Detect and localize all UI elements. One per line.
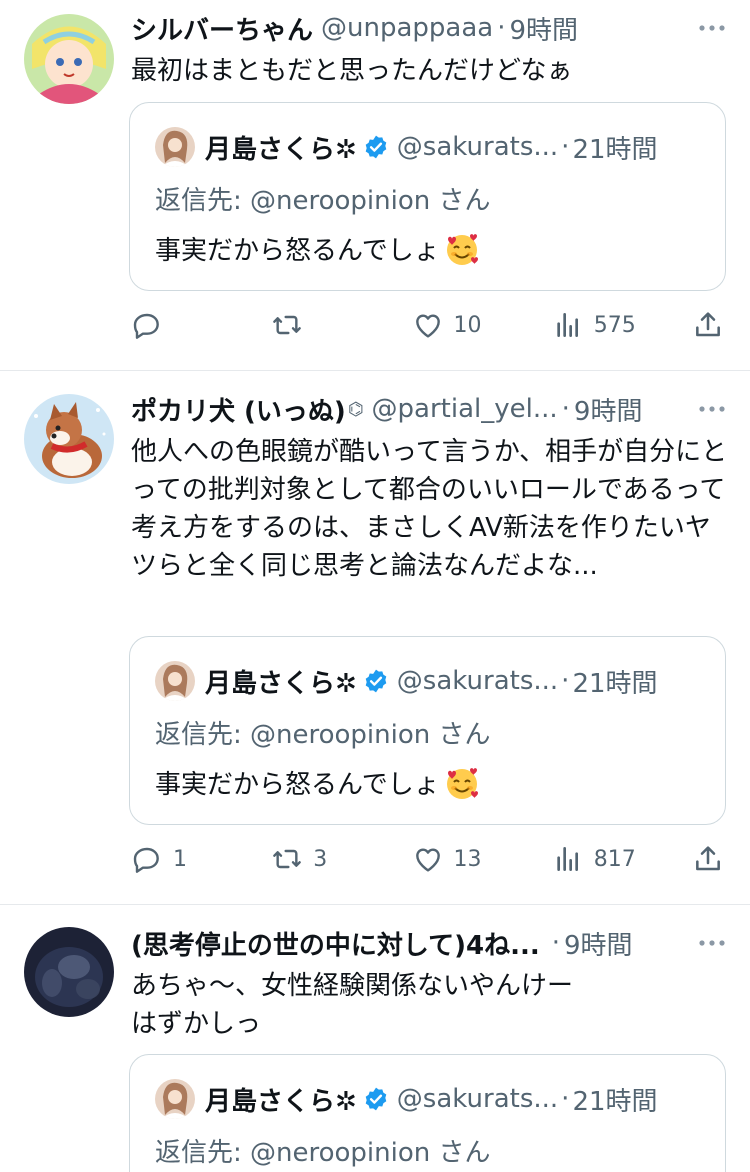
share-icon xyxy=(696,846,720,871)
quote-display-name: 月島さくら✲ xyxy=(205,1086,357,1117)
view-count: 817 xyxy=(593,846,636,872)
separator-dot: · xyxy=(561,394,570,424)
tweet-header: ポカリ犬 (いっぬ) ⌬ @partial_yel... · 9時間 xyxy=(131,389,728,429)
quote-handle: @sakurats... xyxy=(396,666,559,696)
tweet-text: あちゃ〜、女性経験関係ないやんけー はずかしっ xyxy=(131,971,574,1039)
display-name[interactable]: (思考停止の世の中に対して)4ね... xyxy=(131,925,540,962)
retweet-icon xyxy=(273,849,302,869)
tweet[interactable]: (思考停止の世の中に対して)4ね... · 9時間 あちゃ〜、女性経験関係ないや… xyxy=(0,905,750,1172)
quote-avatar xyxy=(155,1079,195,1119)
like-button[interactable]: 13 xyxy=(412,843,552,875)
timestamp[interactable]: 9時間 xyxy=(509,10,578,47)
avatar[interactable] xyxy=(24,14,114,104)
tweet-content: ポカリ犬 (いっぬ) ⌬ @partial_yel... · 9時間 他人への色… xyxy=(131,389,728,585)
quote-header: 月島さくら✲ @sakurats... · 21時間 xyxy=(155,125,705,169)
tweet-text: 最初はまともだと思ったんだけどなぁ xyxy=(131,56,573,86)
separator-dot: · xyxy=(551,928,560,958)
retweet-icon xyxy=(273,315,302,335)
user-handle[interactable]: @partial_yel... xyxy=(372,394,558,424)
quote-text: 事実だから怒るんでしょ xyxy=(155,236,440,266)
tweet-content: シルバーちゃん @unpappaaa · 9時間 最初はまともだと思ったんだけど… xyxy=(131,8,728,90)
like-count: 10 xyxy=(453,312,482,338)
tweet-header: シルバーちゃん @unpappaaa · 9時間 xyxy=(131,8,728,48)
quote-handle: @sakurats... xyxy=(396,1084,559,1114)
retweet-button[interactable]: 3 xyxy=(271,843,411,875)
views-icon xyxy=(557,313,578,337)
view-count: 575 xyxy=(593,312,636,338)
reply-to-label: 返信先: @neroopinion さん xyxy=(155,186,491,216)
tweet-actions: 1 3 13 817 xyxy=(131,839,724,879)
timestamp[interactable]: 9時間 xyxy=(574,391,643,428)
avatar[interactable] xyxy=(24,394,114,484)
display-name[interactable]: ポカリ犬 (いっぬ) xyxy=(131,391,346,428)
reply-icon xyxy=(133,313,159,339)
share-button[interactable] xyxy=(692,843,724,875)
reply-button[interactable] xyxy=(131,309,271,341)
quote-timestamp: 21時間 xyxy=(572,1086,658,1117)
quote-header: 月島さくら✲ @sakurats... · 21時間 xyxy=(155,659,705,703)
timestamp[interactable]: 9時間 xyxy=(564,925,633,962)
reply-to-label: 返信先: @neroopinion さん xyxy=(155,1138,491,1168)
quote-text-row: 事実だから怒るんでしょ xyxy=(155,764,480,801)
tweet-content: (思考停止の世の中に対して)4ね... · 9時間 あちゃ〜、女性経験関係ないや… xyxy=(131,923,728,1043)
quote-handle: @sakurats... xyxy=(396,132,559,162)
heart-icon xyxy=(415,848,440,872)
display-name[interactable]: シルバーちゃん xyxy=(131,10,313,47)
quote-text-row: 事実だから怒るんでしょ xyxy=(155,230,480,267)
tweet-text: 他人への色眼鏡が酷いって言うか、相手が自分にとっての批判対象として都合のいいロー… xyxy=(131,437,728,581)
share-button[interactable] xyxy=(692,309,724,341)
tweet-header: (思考停止の世の中に対して)4ね... · 9時間 xyxy=(131,923,728,963)
views-button[interactable]: 817 xyxy=(552,843,692,875)
views-button[interactable]: 575 xyxy=(552,309,692,341)
heart-icon xyxy=(415,314,440,338)
reply-icon xyxy=(133,847,159,873)
quoted-tweet[interactable]: 月島さくら✲ @sakurats... · 21時間 返信先: @neroopi… xyxy=(129,1054,726,1172)
timeline-feed: シルバーちゃん @unpappaaa · 9時間 最初はまともだと思ったんだけど… xyxy=(0,0,750,1172)
quoted-tweet[interactable]: 月島さくら✲ @sakurats... · 21時間 返信先: @neroopi… xyxy=(129,636,726,825)
views-icon xyxy=(557,847,578,871)
retweet-button[interactable] xyxy=(271,309,411,341)
like-button[interactable]: 10 xyxy=(412,309,552,341)
verified-badge-icon xyxy=(365,669,387,693)
quote-display-name: 月島さくら✲ xyxy=(205,668,357,699)
more-icon[interactable] xyxy=(696,395,728,423)
reply-to-label: 返信先: @neroopinion さん xyxy=(155,720,491,750)
tweet-actions: 10 575 xyxy=(131,305,724,345)
tweet[interactable]: ポカリ犬 (いっぬ) ⌬ @partial_yel... · 9時間 他人への色… xyxy=(0,371,750,905)
verified-badge-icon xyxy=(365,135,387,159)
quote-display-name: 月島さくら✲ xyxy=(205,134,357,165)
reply-button[interactable]: 1 xyxy=(131,843,271,875)
verified-badge-icon xyxy=(365,1087,387,1111)
separator-dot: · xyxy=(561,1084,570,1114)
retweet-count: 3 xyxy=(313,846,328,872)
quote-timestamp: 21時間 xyxy=(572,134,658,165)
quote-avatar xyxy=(155,127,195,167)
separator-dot: · xyxy=(561,666,570,696)
separator-dot: · xyxy=(561,132,570,162)
more-icon[interactable] xyxy=(696,929,728,957)
user-handle[interactable]: @unpappaaa xyxy=(321,13,493,43)
quote-text: 事実だから怒るんでしょ xyxy=(155,770,440,800)
quoted-tweet[interactable]: 月島さくら✲ @sakurats... · 21時間 返信先: @neroopi… xyxy=(129,102,726,291)
like-count: 13 xyxy=(453,846,482,872)
quote-timestamp: 21時間 xyxy=(572,668,658,699)
smiling-face-with-hearts-emoji xyxy=(446,233,478,265)
quote-avatar xyxy=(155,661,195,701)
avatar[interactable] xyxy=(24,927,114,1017)
smiling-face-with-hearts-emoji xyxy=(446,767,478,799)
name-badge: ⌬ xyxy=(347,398,364,420)
separator-dot: · xyxy=(497,13,506,43)
tweet[interactable]: シルバーちゃん @unpappaaa · 9時間 最初はまともだと思ったんだけど… xyxy=(0,0,750,371)
more-icon[interactable] xyxy=(696,14,728,42)
quote-header: 月島さくら✲ @sakurats... · 21時間 xyxy=(155,1077,705,1121)
share-icon xyxy=(696,312,720,337)
reply-count: 1 xyxy=(173,846,187,872)
